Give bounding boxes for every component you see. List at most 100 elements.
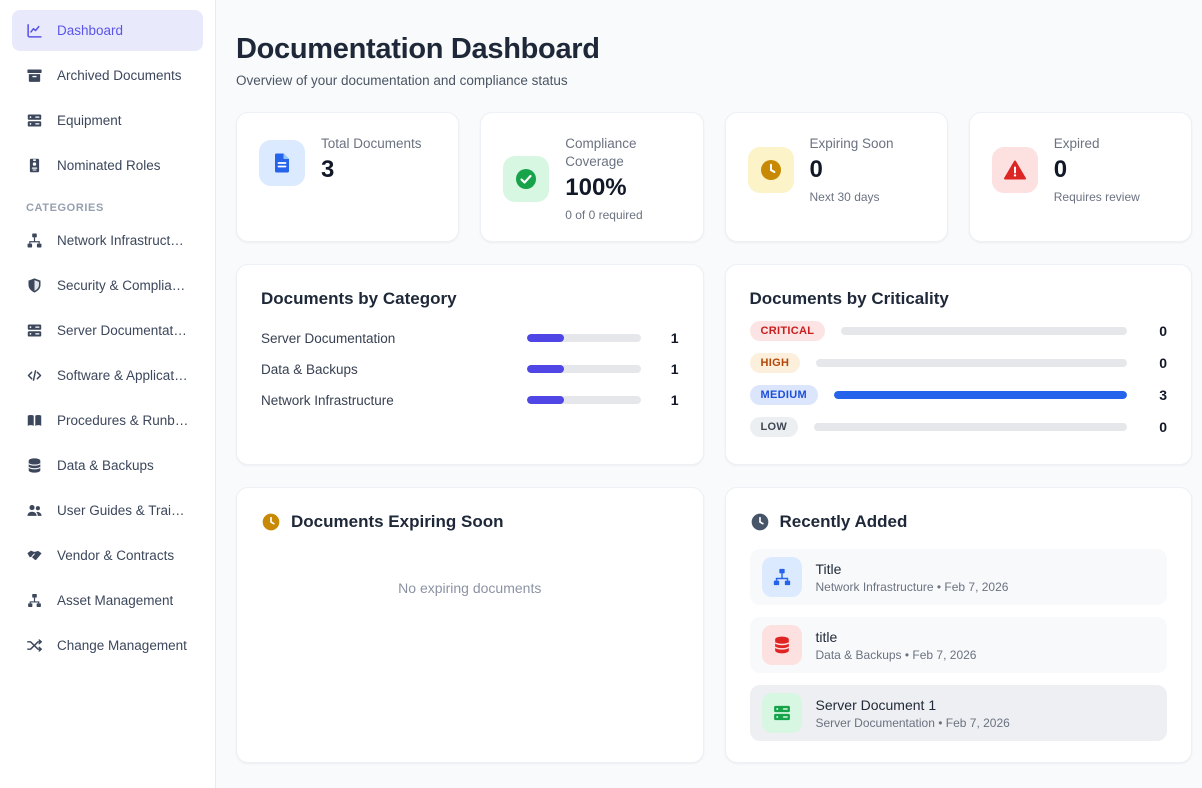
recent-item[interactable]: title Data & Backups • Feb 7, 2026 [750,617,1168,673]
sidebar-item-user-guides-training[interactable]: User Guides & Training [12,490,203,531]
card-title: Documents by Criticality [750,289,1168,309]
category-bar-track [527,396,641,404]
stat-sub: Next 30 days [810,190,894,204]
criticality-bar-track [816,359,1127,367]
card-title: Documents Expiring Soon [291,512,504,532]
criticality-badge: MEDIUM [750,385,818,405]
criticality-value: 0 [1129,355,1167,371]
criticality-bar-track [814,423,1127,431]
category-value: 1 [641,392,679,408]
recent-item-title: title [816,629,977,645]
criticality-badge: CRITICAL [750,321,826,341]
documents-by-category-card: Documents by Category Server Documentati… [236,264,704,465]
sidebar-item-label: Vendor & Contracts [57,548,174,563]
sidebar-item-software-applications[interactable]: Software & Applicatio… [12,355,203,396]
server-icon [762,693,802,733]
clock-icon [748,147,794,193]
stat-label: Expired [1054,135,1140,153]
sidebar-item-network-infrastructure[interactable]: Network Infrastructure [12,220,203,261]
id-badge-icon [26,157,43,174]
stat-label: Expiring Soon [810,135,894,153]
categories-heading: CATEGORIES [26,202,215,214]
category-value: 1 [641,361,679,377]
empty-state-text: No expiring documents [261,580,679,596]
sidebar-item-label: Archived Documents [57,68,182,83]
stats-row: Total Documents 3 Compliance Coverage 10… [236,112,1192,242]
criticality-bar-track [834,391,1127,399]
bottom-row: Documents Expiring Soon No expiring docu… [236,487,1192,763]
stat-sub: 0 of 0 required [565,208,680,222]
sidebar-item-label: Server Documentation [57,323,189,338]
category-bar [527,396,565,404]
recently-added-card: Recently Added Title Network Infrastruct… [725,487,1193,763]
recent-item[interactable]: Title Network Infrastructure • Feb 7, 20… [750,549,1168,605]
check-circle-icon [503,156,549,202]
sidebar-item-label: User Guides & Training [57,503,189,518]
criticality-badge: LOW [750,417,799,437]
criticality-bar-track [841,327,1127,335]
sidebar-item-nominated-roles[interactable]: Nominated Roles [12,145,203,186]
chart-line-icon [26,22,43,39]
database-icon [762,625,802,665]
stat-card-expired: Expired 0 Requires review [969,112,1192,242]
sidebar-item-dashboard[interactable]: Dashboard [12,10,203,51]
criticality-row: MEDIUM 3 [750,385,1168,405]
handshake-icon [26,547,43,564]
clock-icon [261,512,281,532]
sidebar-item-label: Data & Backups [57,458,154,473]
sidebar-item-procedures-runbooks[interactable]: Procedures & Runbo… [12,400,203,441]
category-row: Server Documentation 1 [261,330,679,346]
archive-icon [26,67,43,84]
sidebar-item-label: Nominated Roles [57,158,161,173]
shield-icon [26,277,43,294]
recent-item[interactable]: Server Document 1 Server Documentation •… [750,685,1168,741]
documents-by-criticality-card: Documents by Criticality CRITICAL 0 HIGH… [725,264,1193,465]
category-row: Data & Backups 1 [261,361,679,377]
database-icon [26,457,43,474]
stat-sub: Requires review [1054,190,1140,204]
criticality-row: CRITICAL 0 [750,321,1168,341]
recent-item-title: Title [816,561,1009,577]
network-icon [762,557,802,597]
charts-row: Documents by Category Server Documentati… [236,264,1192,465]
sidebar-item-change-management[interactable]: Change Management [12,625,203,666]
criticality-bar [834,391,1127,399]
page-title: Documentation Dashboard [236,33,1192,66]
recent-item-meta: Network Infrastructure • Feb 7, 2026 [816,580,1009,594]
server-icon [26,112,43,129]
category-bar [527,334,565,342]
category-value: 1 [641,330,679,346]
stat-value: 0 [1054,156,1140,184]
sidebar-item-data-backups[interactable]: Data & Backups [12,445,203,486]
clock-icon [750,512,770,532]
sidebar-item-vendor-contracts[interactable]: Vendor & Contracts [12,535,203,576]
document-icon [259,140,305,186]
stat-card-compliance-coverage: Compliance Coverage 100% 0 of 0 required [480,112,703,242]
criticality-row: LOW 0 [750,417,1168,437]
stat-value: 0 [810,156,894,184]
category-bar [527,365,565,373]
network-icon [26,232,43,249]
sidebar-item-archived-documents[interactable]: Archived Documents [12,55,203,96]
sidebar-item-label: Software & Applicatio… [57,368,189,383]
sidebar-item-asset-management[interactable]: Asset Management [12,580,203,621]
stat-card-total-documents: Total Documents 3 [236,112,459,242]
stat-value: 3 [321,156,422,184]
sidebar-item-security-compliance[interactable]: Security & Compliance [12,265,203,306]
sidebar-item-label: Dashboard [57,23,123,38]
criticality-badge: HIGH [750,353,801,373]
stat-label: Total Documents [321,135,422,153]
users-icon [26,502,43,519]
category-bar-track [527,365,641,373]
category-label: Server Documentation [261,331,527,346]
shuffle-icon [26,637,43,654]
sidebar-item-label: Network Infrastructure [57,233,189,248]
recent-item-meta: Server Documentation • Feb 7, 2026 [816,716,1010,730]
sidebar-item-label: Change Management [57,638,187,653]
category-row: Network Infrastructure 1 [261,392,679,408]
book-open-icon [26,412,43,429]
sidebar-item-server-documentation[interactable]: Server Documentation [12,310,203,351]
stat-value: 100% [565,174,680,202]
criticality-value: 0 [1129,323,1167,339]
sidebar-item-equipment[interactable]: Equipment [12,100,203,141]
